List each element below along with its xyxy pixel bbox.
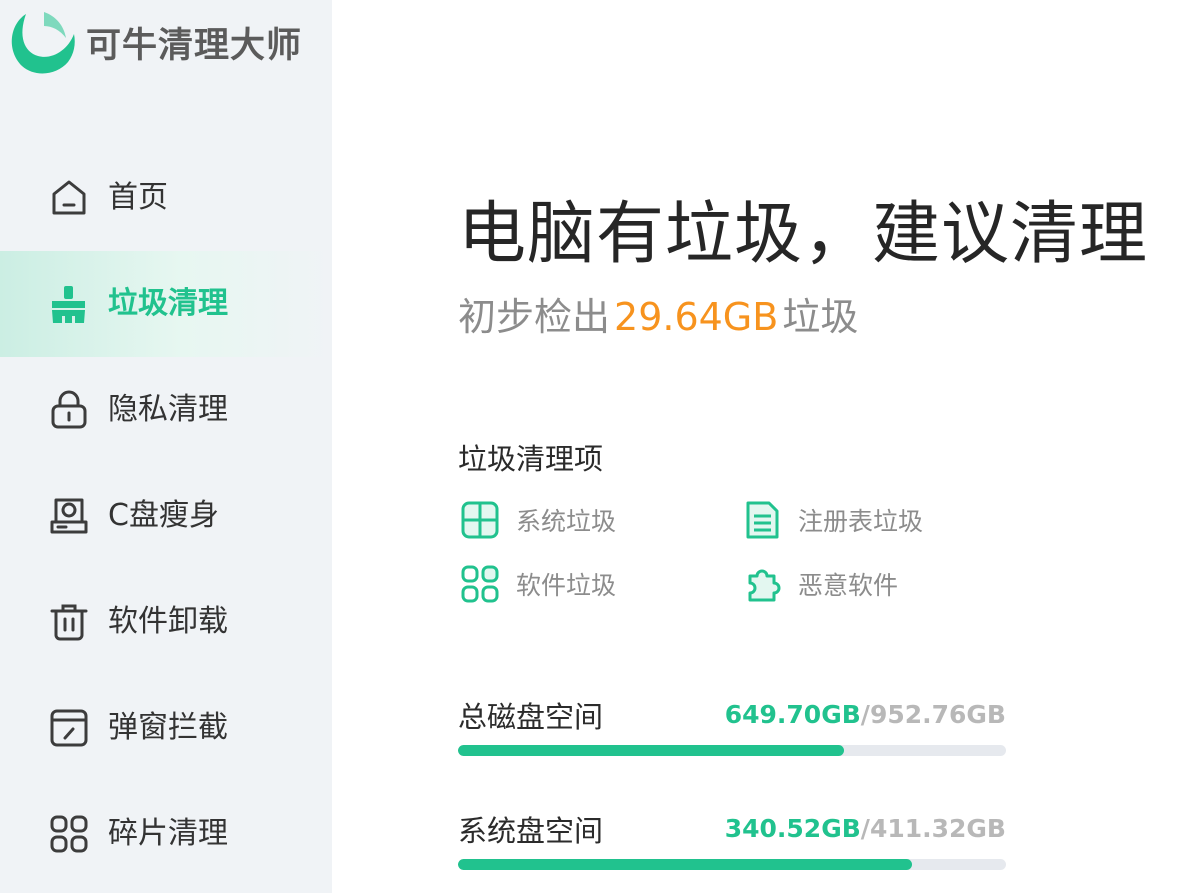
disk-usage-bar-fill xyxy=(458,859,912,870)
trash-icon xyxy=(48,601,90,643)
clean-item-system-junk[interactable]: 系统垃圾 xyxy=(460,500,616,540)
summary-prefix: 初步检出 xyxy=(458,295,611,339)
clean-item-malware[interactable]: 恶意软件 xyxy=(742,564,898,604)
main-panel: 电脑有垃圾，建议清理 初步检出 29.64GB 垃圾 垃圾清理项 系统垃圾 注册表垃… xyxy=(332,0,1200,893)
summary-suffix: 垃圾 xyxy=(782,295,859,339)
sidebar-item-home[interactable]: 首页 xyxy=(0,145,332,251)
sidebar-item-label: 弹窗拦截 xyxy=(108,710,228,745)
sidebar-item-label: 碎片清理 xyxy=(108,816,228,851)
document-icon xyxy=(746,501,779,539)
sidebar-item-junk-clean[interactable]: 垃圾清理 xyxy=(0,251,332,357)
disk-label: 系统盘空间 xyxy=(458,814,604,848)
sidebar-item-uninstall[interactable]: 软件卸载 xyxy=(0,569,332,675)
sidebar-item-defrag[interactable]: 碎片清理 xyxy=(0,781,332,887)
clean-item-label: 注册表垃圾 xyxy=(798,507,924,536)
clean-item-label: 恶意软件 xyxy=(798,571,899,600)
broom-icon xyxy=(48,283,90,325)
lock-icon xyxy=(48,389,90,431)
disk-usage-text: 649.70GB/952.76GB xyxy=(725,700,1006,729)
disk-usage-bar xyxy=(458,745,1006,756)
disk-usage-text: 340.52GB/411.32GB xyxy=(725,814,1006,843)
disk-separator: / xyxy=(860,814,870,843)
disk-used: 340.52GB xyxy=(724,814,861,843)
sidebar-item-privacy-clean[interactable]: 隐私清理 xyxy=(0,357,332,463)
disk-total: 411.32GB xyxy=(869,814,1006,843)
disk-icon xyxy=(48,495,90,537)
clean-item-software-junk[interactable]: 软件垃圾 xyxy=(460,564,616,604)
clean-item-label: 软件垃圾 xyxy=(516,571,617,600)
sidebar-item-label: C盘瘦身 xyxy=(108,498,219,533)
system-disk-space: 系统盘空间 340.52GB/411.32GB xyxy=(458,808,1006,872)
scan-result-summary: 初步检出 29.64GB 垃圾 xyxy=(458,286,858,341)
sidebar-item-label: 软件卸载 xyxy=(108,604,228,639)
app-logo: 可牛清理大师 xyxy=(4,6,302,78)
disk-separator: / xyxy=(860,700,870,729)
junk-amount: 29.64GB xyxy=(614,295,779,339)
scan-result-headline: 电脑有垃圾，建议清理 xyxy=(458,195,1149,274)
total-disk-space: 总磁盘空间 649.70GB/952.76GB xyxy=(458,694,1006,758)
disk-used: 649.70GB xyxy=(724,700,861,729)
sidebar-item-label: 垃圾清理 xyxy=(108,286,228,321)
sidebar-item-label: 隐私清理 xyxy=(108,392,228,427)
windows-icon xyxy=(461,501,499,539)
disk-usage-bar-fill xyxy=(458,745,845,756)
home-icon xyxy=(48,177,90,219)
disk-usage-bar xyxy=(458,859,1006,870)
app-logo-icon xyxy=(11,12,75,74)
app-name: 可牛清理大师 xyxy=(86,25,303,66)
sidebar-item-c-drive-slim[interactable]: C盘瘦身 xyxy=(0,463,332,569)
disk-label: 总磁盘空间 xyxy=(458,700,604,734)
sidebar-item-label: 首页 xyxy=(108,180,168,215)
sidebar: 可牛清理大师 首页 垃圾清理 隐私清理 C盘瘦身 软件卸载 弹窗拦截 碎片清理 xyxy=(0,0,332,893)
sidebar-item-popup-block[interactable]: 弹窗拦截 xyxy=(0,675,332,781)
popup-block-icon xyxy=(48,707,90,749)
grid-icon xyxy=(48,813,90,855)
apps-icon xyxy=(461,565,499,603)
clean-items-title: 垃圾清理项 xyxy=(458,442,604,476)
clean-item-registry-junk[interactable]: 注册表垃圾 xyxy=(742,500,923,540)
clean-item-label: 系统垃圾 xyxy=(516,507,617,536)
puzzle-icon xyxy=(748,569,781,602)
disk-total: 952.76GB xyxy=(869,700,1006,729)
